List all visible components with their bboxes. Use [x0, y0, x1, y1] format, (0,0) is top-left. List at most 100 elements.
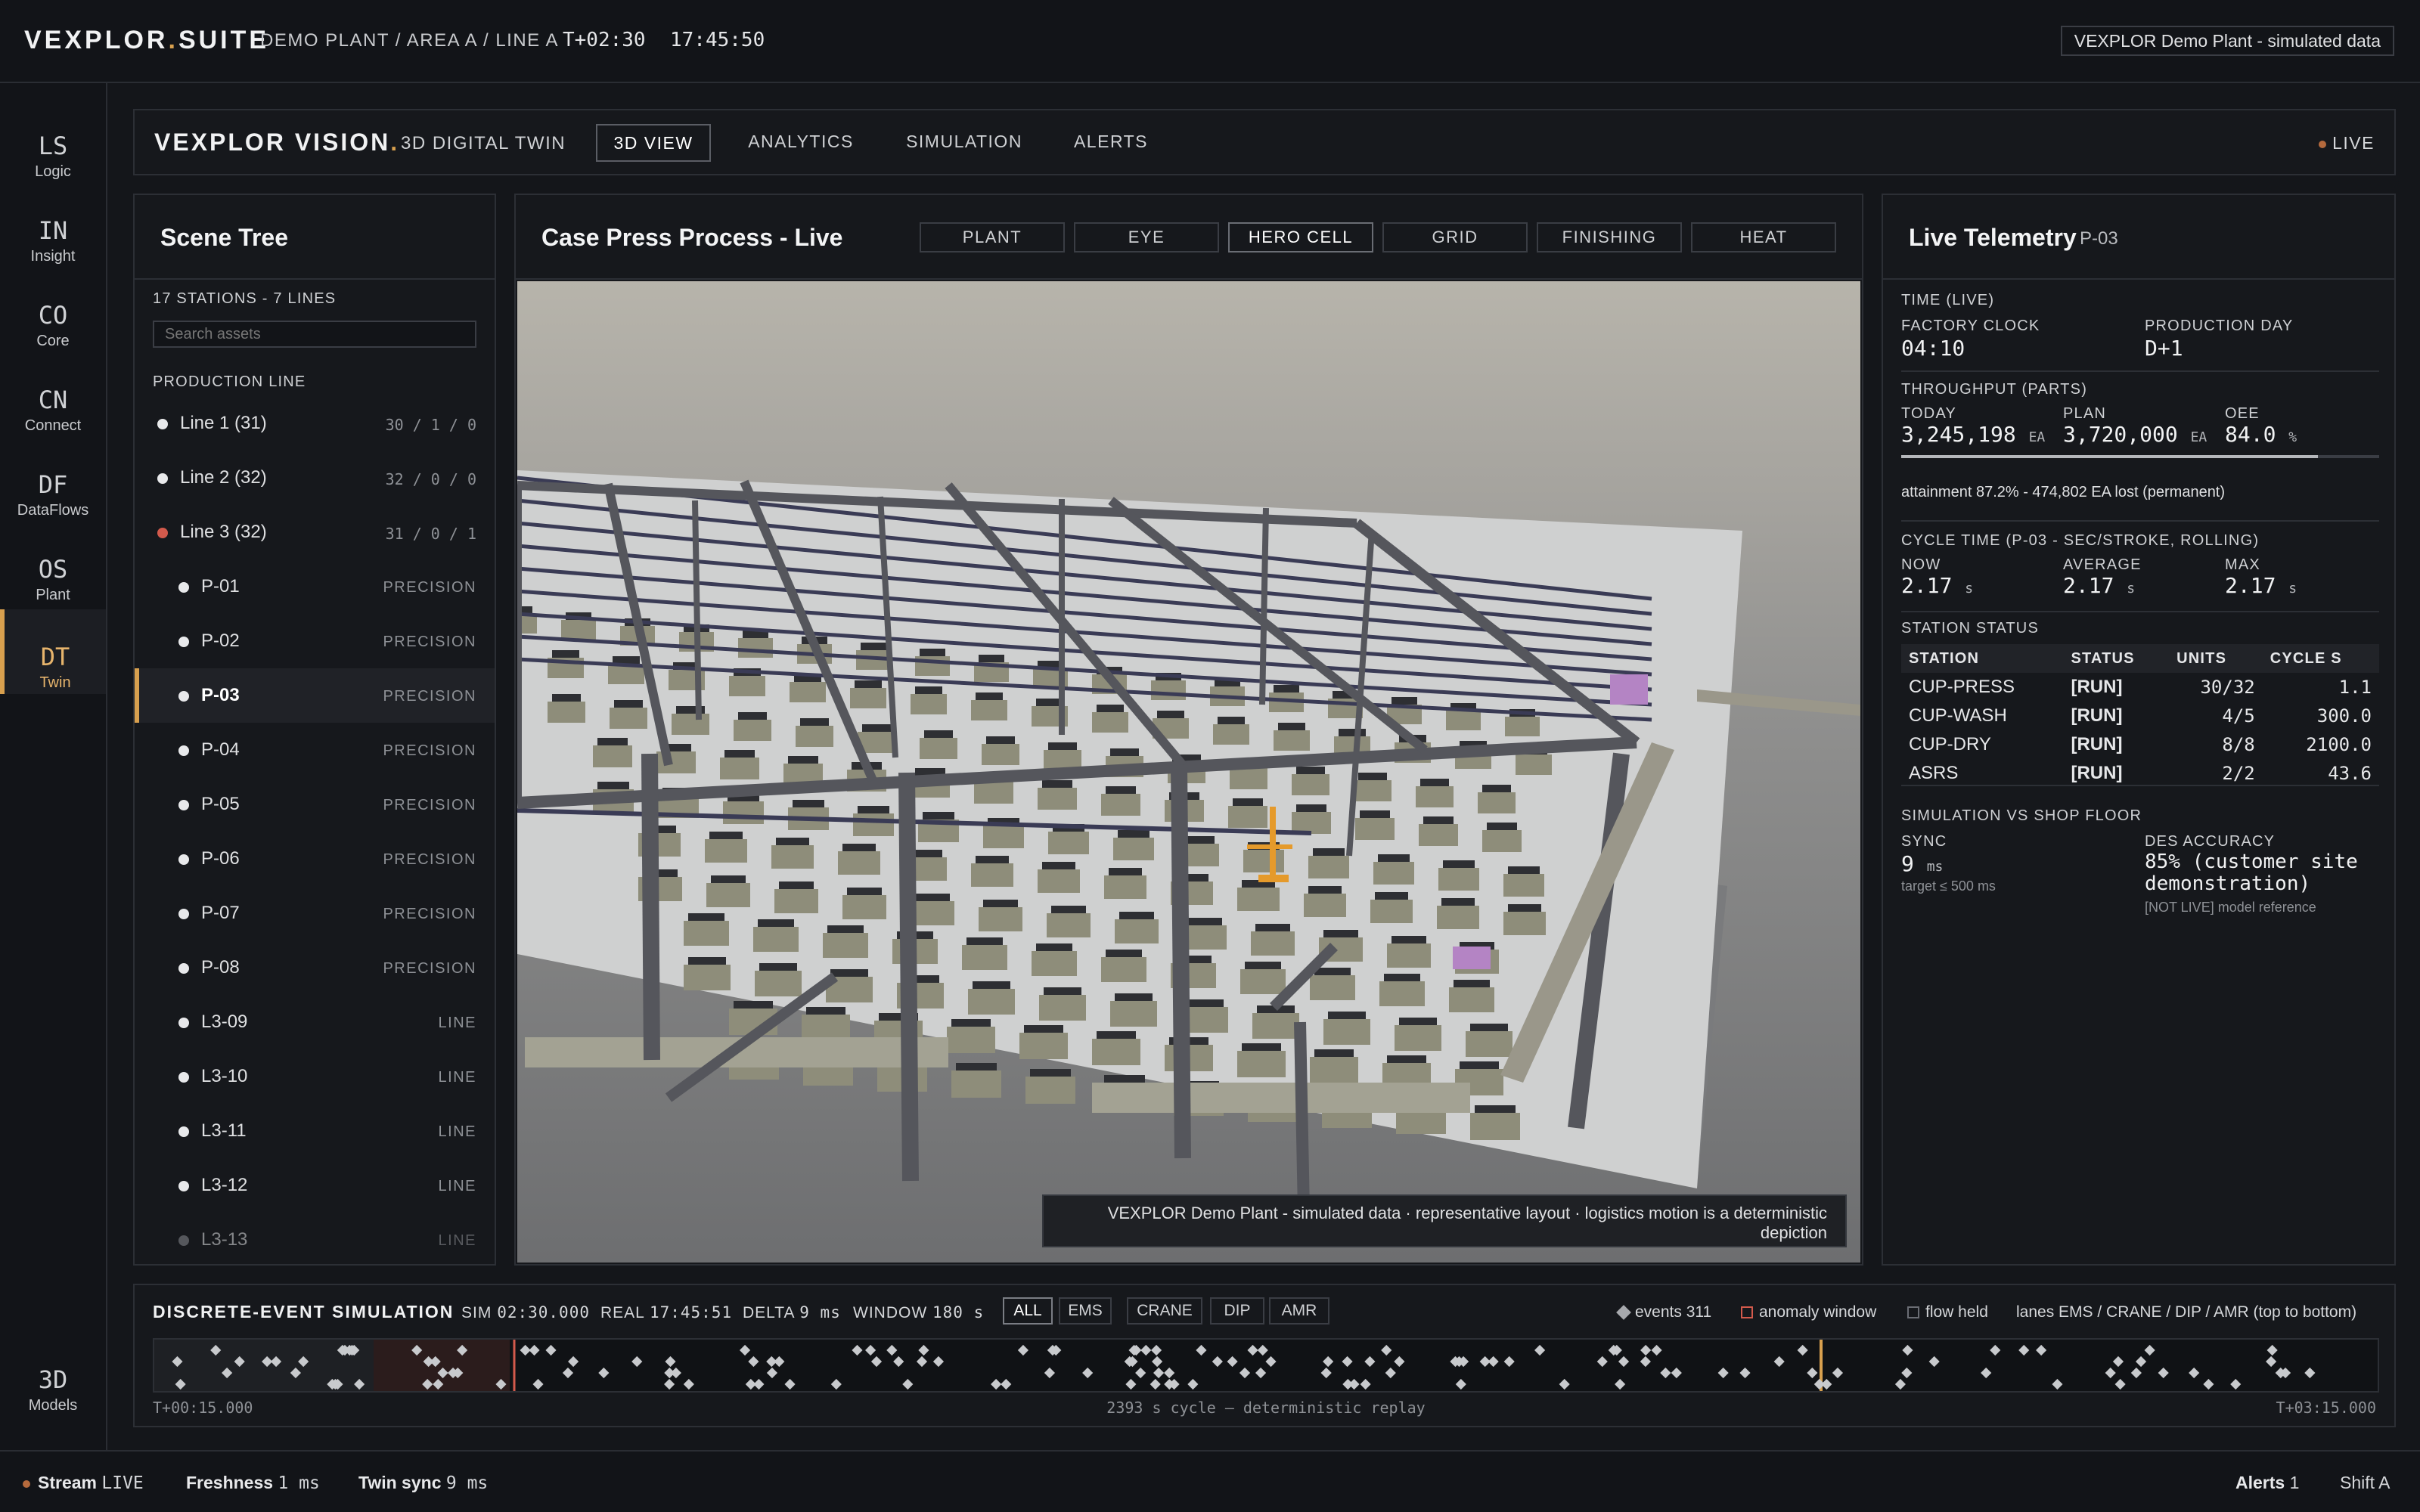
rail-item-dataflows[interactable]: DF DataFlows	[0, 437, 106, 522]
status-dot-icon	[157, 473, 168, 484]
tree-count: 17 STATIONS - 7 LINES	[153, 290, 337, 307]
tree-station-p05[interactable]: P-05 PRECISION	[135, 777, 495, 832]
press-machine-top	[1314, 968, 1351, 975]
des-accuracy-note: [NOT LIVE] model reference	[2145, 900, 2316, 915]
suite-logo[interactable]: VEXPLOR.SUITE	[24, 26, 269, 55]
event-marker	[1455, 1378, 1466, 1390]
press-machine	[1104, 875, 1146, 899]
press-machine	[1323, 1019, 1370, 1045]
press-machine-top	[779, 881, 814, 889]
tree-station-l3-12[interactable]: L3-12 LINE	[135, 1158, 495, 1213]
view-plant-button[interactable]: PLANT	[920, 222, 1065, 253]
event-marker	[2266, 1344, 2278, 1356]
press-machine-top	[597, 738, 628, 745]
tree-station-l3-11[interactable]: L3-11 LINE	[135, 1104, 495, 1158]
press-machine-top	[830, 969, 868, 977]
press-machine	[672, 714, 709, 735]
sim-offset: T+02:30	[563, 29, 646, 51]
tree-station-p02[interactable]: P-02 PRECISION	[135, 614, 495, 668]
station-status-table: STATION STATUS UNITS CYCLE S CUP-PRESS [R…	[1901, 644, 2379, 788]
press-machine	[755, 971, 802, 996]
press-machine	[1370, 900, 1413, 923]
event-timeline[interactable]	[153, 1338, 2379, 1393]
tab-3d-view[interactable]: 3D VIEW	[596, 124, 711, 162]
event-marker	[748, 1356, 759, 1368]
tree-station-l3-09[interactable]: L3-09 LINE	[135, 995, 495, 1049]
timeline-caption: 2393 s cycle — deterministic replay	[1106, 1399, 1426, 1417]
press-machine-top	[915, 894, 950, 901]
tab-alerts[interactable]: ALERTS	[1056, 124, 1166, 162]
status-dot-icon	[178, 854, 189, 865]
event-marker	[2112, 1356, 2124, 1368]
event-marker	[2144, 1344, 2155, 1356]
des-timeline-panel: DISCRETE-EVENT SIMULATION SIM 02:30.000 …	[133, 1284, 2396, 1427]
event-marker	[932, 1356, 945, 1368]
event-marker	[1082, 1367, 1094, 1379]
event-marker	[1257, 1344, 1268, 1356]
search-assets-input[interactable]	[153, 321, 476, 348]
table-row[interactable]: CUP-DRY [RUN] 8/8 2100.0	[1901, 730, 2379, 759]
press-machine	[1019, 1033, 1068, 1059]
view-finishing-button[interactable]: FINISHING	[1537, 222, 1682, 253]
tree-station-l3-10[interactable]: L3-10 LINE	[135, 1049, 495, 1104]
filter-all-button[interactable]: ALL	[1003, 1297, 1053, 1325]
live-telemetry-panel: Live Telemetry P-03 TIME (LIVE) FACTORY …	[1882, 194, 2396, 1266]
press-machine	[1237, 1051, 1286, 1077]
press-machine	[842, 895, 886, 919]
tree-station-p06[interactable]: P-06 PRECISION	[135, 832, 495, 886]
tab-analytics[interactable]: ANALYTICS	[729, 124, 873, 162]
press-machine	[1251, 931, 1295, 956]
event-marker	[2189, 1367, 2200, 1379]
table-row[interactable]: ASRS [RUN] 2/2 43.6	[1901, 759, 2379, 788]
rail-item-models[interactable]: 3D Models	[0, 1332, 106, 1417]
rail-item-logic[interactable]: LS Logic	[0, 98, 106, 183]
filter-amr-button[interactable]: AMR	[1269, 1297, 1329, 1325]
press-machine	[1503, 874, 1544, 897]
rail-item-twin[interactable]: DT Twin	[0, 609, 106, 694]
press-machine-top	[1278, 723, 1305, 730]
tree-station-l3-13[interactable]: L3-13 LINE	[135, 1213, 495, 1264]
event-marker	[1671, 1367, 1682, 1379]
tree-station-p03[interactable]: P-03 PRECISION	[135, 668, 495, 723]
event-marker	[1821, 1378, 1832, 1390]
filter-crane-button[interactable]: CRANE	[1127, 1297, 1202, 1325]
tree-line-1[interactable]: Line 1 (31) 30 / 1 / 0	[135, 396, 495, 451]
rail-item-connect[interactable]: CN Connect	[0, 352, 106, 437]
event-marker	[1503, 1356, 1515, 1368]
filter-dip-button[interactable]: DIP	[1210, 1297, 1264, 1325]
tree-line-3[interactable]: Line 3 (32) 31 / 0 / 1	[135, 505, 495, 559]
table-row[interactable]: CUP-PRESS [RUN] 30/32 1.1	[1901, 673, 2379, 702]
filter-ems-button[interactable]: EMS	[1059, 1297, 1112, 1325]
legend-events: events 311	[1616, 1303, 1711, 1321]
press-machine-top	[1118, 830, 1150, 838]
tree-station-p01[interactable]: P-01 PRECISION	[135, 559, 495, 614]
shift-indicator: Shift A	[2340, 1473, 2391, 1492]
view-heat-button[interactable]: HEAT	[1691, 222, 1836, 253]
3d-scene-canvas[interactable]: VEXPLOR Demo Plant - simulated data · re…	[517, 281, 1860, 1263]
tab-simulation[interactable]: SIMULATION	[891, 124, 1038, 162]
rail-item-insight[interactable]: IN Insight	[0, 183, 106, 268]
tree-station-p07[interactable]: P-07 PRECISION	[135, 886, 495, 940]
press-machine	[853, 813, 894, 836]
view-hero-cell-button[interactable]: HERO CELL	[1228, 222, 1373, 253]
view-eye-button[interactable]: EYE	[1074, 222, 1219, 253]
view-grid-button[interactable]: GRID	[1382, 222, 1528, 253]
press-machine	[1438, 868, 1479, 891]
breadcrumb[interactable]: DEMO PLANT / AREA A / LINE A	[260, 30, 559, 51]
diamond-icon	[1616, 1305, 1631, 1321]
table-row[interactable]: CUP-WASH [RUN] 4/5 300.0	[1901, 702, 2379, 730]
production-day: D+1	[2145, 336, 2183, 361]
press-machine-top	[806, 1007, 845, 1015]
rail-item-plant[interactable]: OS Plant	[0, 522, 106, 606]
press-machine	[1395, 1025, 1441, 1051]
press-machine	[1092, 1039, 1140, 1065]
tree-station-p08[interactable]: P-08 PRECISION	[135, 940, 495, 995]
status-dot-icon	[178, 800, 189, 810]
tree-line-2[interactable]: Line 2 (32) 32 / 0 / 0	[135, 451, 495, 505]
press-machine	[723, 801, 764, 824]
event-marker	[1187, 1378, 1199, 1390]
tree-station-p04[interactable]: P-04 PRECISION	[135, 723, 495, 777]
rail-item-core[interactable]: CO Core	[0, 268, 106, 352]
alerts-count[interactable]: Alerts 1	[2235, 1473, 2299, 1493]
top-bar: VEXPLOR.SUITE DEMO PLANT / AREA A / LINE…	[0, 0, 2420, 83]
